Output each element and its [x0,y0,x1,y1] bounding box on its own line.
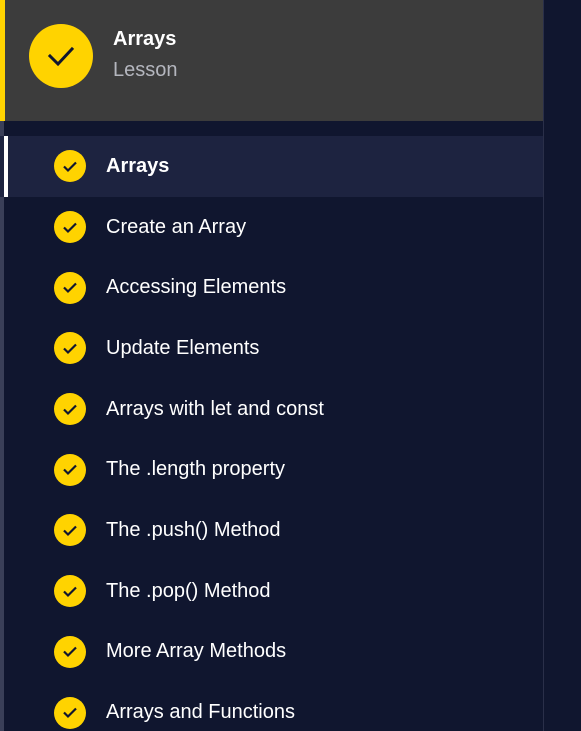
lesson-item-label: The .push() Method [106,518,281,541]
lesson-item[interactable]: Update Elements [0,318,543,379]
check-icon [54,393,86,426]
check-icon [54,514,86,547]
lesson-subtitle: Lesson [113,59,178,81]
lesson-item-label: Accessing Elements [106,276,287,299]
lesson-item[interactable]: Arrays with let and const [0,379,543,440]
lesson-item-label: The .length property [106,458,285,481]
lesson-header-text: Arrays Lesson [113,27,178,83]
lesson-item-label: Arrays [106,154,170,177]
lesson-item[interactable]: The .pop() Method [0,561,543,622]
lesson-item-label: Arrays with let and const [106,397,324,420]
check-icon [54,211,86,244]
lesson-item-list: Arrays Create an Array Accessing Element… [0,136,543,731]
lesson-item[interactable]: More Array Methods [0,622,543,683]
lesson-item-label: More Array Methods [106,640,287,663]
check-icon [29,24,93,88]
check-icon [54,332,86,365]
lesson-item-label: Create an Array [106,215,247,238]
lesson-item[interactable]: Arrays and Functions [0,682,543,731]
lesson-item[interactable]: Accessing Elements [0,257,543,318]
lesson-item-label: The .pop() Method [106,579,271,602]
lesson-item[interactable]: The .length property [0,439,543,500]
lesson-item[interactable]: Create an Array [0,197,543,258]
lesson-navigation-panel: Arrays Lesson Arrays Create an Array Acc… [0,0,544,731]
check-icon [54,575,86,608]
lesson-header[interactable]: Arrays Lesson [0,0,543,121]
lesson-item-label: Arrays and Functions [106,701,295,724]
lesson-item[interactable]: Arrays [0,136,543,197]
lesson-item[interactable]: The .push() Method [0,500,543,561]
check-icon [54,635,86,668]
lesson-title: Arrays [113,28,177,50]
check-icon [54,150,86,183]
check-icon [54,696,86,729]
check-icon [54,271,86,304]
check-icon [54,453,86,486]
lesson-item-label: Update Elements [106,336,260,359]
